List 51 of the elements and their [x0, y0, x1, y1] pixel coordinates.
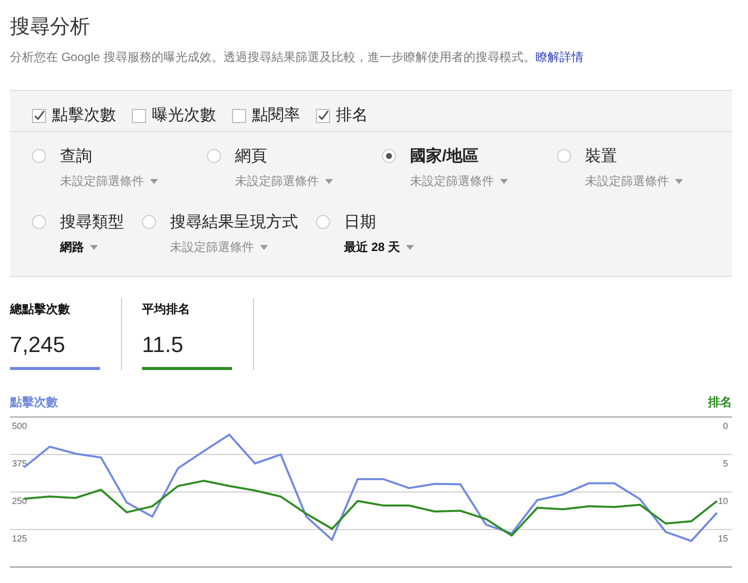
grouping-label: 搜尋類型 [60, 212, 124, 233]
caret-icon [260, 244, 268, 250]
learn-more-link[interactable]: 瞭解詳情 [535, 50, 584, 64]
caret-icon [325, 178, 333, 184]
radio-button[interactable] [32, 149, 46, 163]
page-title: 搜尋分析 [10, 15, 91, 40]
checkbox[interactable] [232, 108, 246, 122]
checkbox-label: 曝光次數 [152, 106, 216, 126]
axis-tick-label: 0 [722, 421, 728, 431]
checked-checkbox[interactable] [316, 108, 330, 122]
metric-label: 平均排名 [142, 301, 191, 318]
axis-tick-label: 500 [12, 421, 28, 431]
filter-dropdown[interactable]: 未設定篩選條件 [235, 172, 333, 190]
selected-radio-button[interactable] [382, 149, 396, 163]
filter-dropdown[interactable]: 網路 [60, 238, 98, 256]
checked-checkbox[interactable] [32, 108, 46, 122]
caret-icon [675, 178, 683, 184]
checkbox[interactable] [132, 108, 146, 122]
axis-tick-label: 10 [718, 496, 728, 506]
left-axis-title: 點擊次數 [10, 394, 58, 410]
radio-button[interactable] [32, 215, 46, 229]
axis-tick-label: 15 [718, 534, 728, 544]
filter-dropdown[interactable]: 未設定篩選條件 [585, 172, 683, 190]
filter-dropdown[interactable]: 最近 28 天 [344, 238, 414, 256]
checkbox-label: 點擊次數 [52, 106, 116, 126]
grouping-label: 國家/地區 [410, 146, 480, 167]
checkbox-label: 點閱率 [252, 106, 300, 126]
grouping-label: 裝置 [585, 146, 618, 167]
caret-icon [500, 178, 508, 184]
radio-button[interactable] [557, 149, 571, 163]
right-axis-title: 排名 [708, 394, 732, 410]
grouping-label: 查詢 [60, 146, 93, 167]
caret-icon [90, 244, 98, 250]
radio-button[interactable] [316, 215, 330, 229]
axis-tick-label: 125 [12, 534, 28, 544]
caret-icon [406, 244, 414, 250]
caret-icon [150, 178, 158, 184]
radio-button[interactable] [142, 215, 156, 229]
filter-dropdown[interactable]: 未設定篩選條件 [410, 172, 508, 190]
checkbox-label: 排名 [336, 106, 368, 126]
metric-label: 總點擊次數 [10, 301, 71, 318]
metric-value: 7,245 [10, 332, 66, 358]
grouping-label: 日期 [344, 213, 377, 233]
page-description: 分析您在 Google 搜尋服務的曝光成效。透過搜尋結果篩選及比較，進一步瞭解使用者的搜尋模式。瞭解詳情 [10, 49, 584, 66]
radio-button[interactable] [207, 149, 221, 163]
grouping-label: 搜尋結果呈現方式 [170, 212, 298, 233]
metric-value: 11.5 [142, 332, 184, 358]
axis-tick-label: 5 [722, 458, 728, 468]
filter-dropdown[interactable]: 未設定篩選條件 [60, 172, 158, 190]
grouping-label: 網頁 [235, 147, 268, 167]
filter-dropdown[interactable]: 未設定篩選條件 [170, 238, 268, 256]
